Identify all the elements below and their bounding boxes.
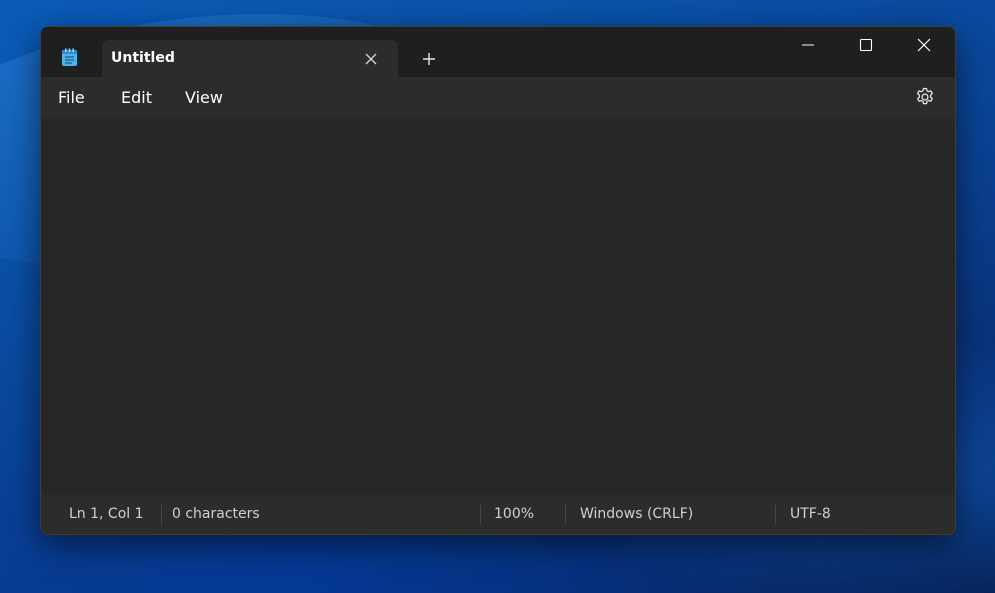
- title-bar[interactable]: Untitled: [41, 27, 955, 77]
- new-tab-button[interactable]: [419, 49, 439, 69]
- status-divider: [775, 505, 776, 525]
- zoom-level[interactable]: 100%: [494, 506, 534, 522]
- notepad-icon: [61, 48, 78, 67]
- plus-icon: [423, 53, 435, 65]
- minimize-button[interactable]: [779, 27, 837, 63]
- close-icon: [917, 38, 931, 52]
- tab-untitled[interactable]: Untitled: [102, 40, 398, 77]
- maximize-icon: [859, 38, 873, 52]
- tab-title: Untitled: [111, 50, 175, 66]
- tab-close-button[interactable]: [363, 51, 379, 67]
- encoding[interactable]: UTF-8: [790, 506, 831, 522]
- notepad-window: Untitled File Edit View Ln 1, Col 1 0 ch…: [40, 26, 956, 535]
- status-divider: [480, 505, 481, 525]
- character-count: 0 characters: [172, 506, 260, 522]
- minimize-icon: [802, 44, 814, 46]
- close-button[interactable]: [895, 27, 953, 63]
- close-icon: [365, 53, 377, 65]
- status-divider: [161, 505, 162, 525]
- menu-file[interactable]: File: [58, 88, 85, 107]
- menu-view[interactable]: View: [185, 88, 223, 107]
- line-ending[interactable]: Windows (CRLF): [580, 506, 693, 522]
- menu-edit[interactable]: Edit: [121, 88, 152, 107]
- text-editor[interactable]: [41, 119, 955, 495]
- menu-bar: File Edit View: [41, 77, 955, 119]
- settings-button[interactable]: [914, 86, 936, 108]
- gear-icon: [916, 87, 933, 105]
- cursor-position: Ln 1, Col 1: [69, 506, 144, 522]
- maximize-button[interactable]: [837, 27, 895, 63]
- status-bar: Ln 1, Col 1 0 characters 100% Windows (C…: [41, 495, 955, 534]
- status-divider: [565, 505, 566, 525]
